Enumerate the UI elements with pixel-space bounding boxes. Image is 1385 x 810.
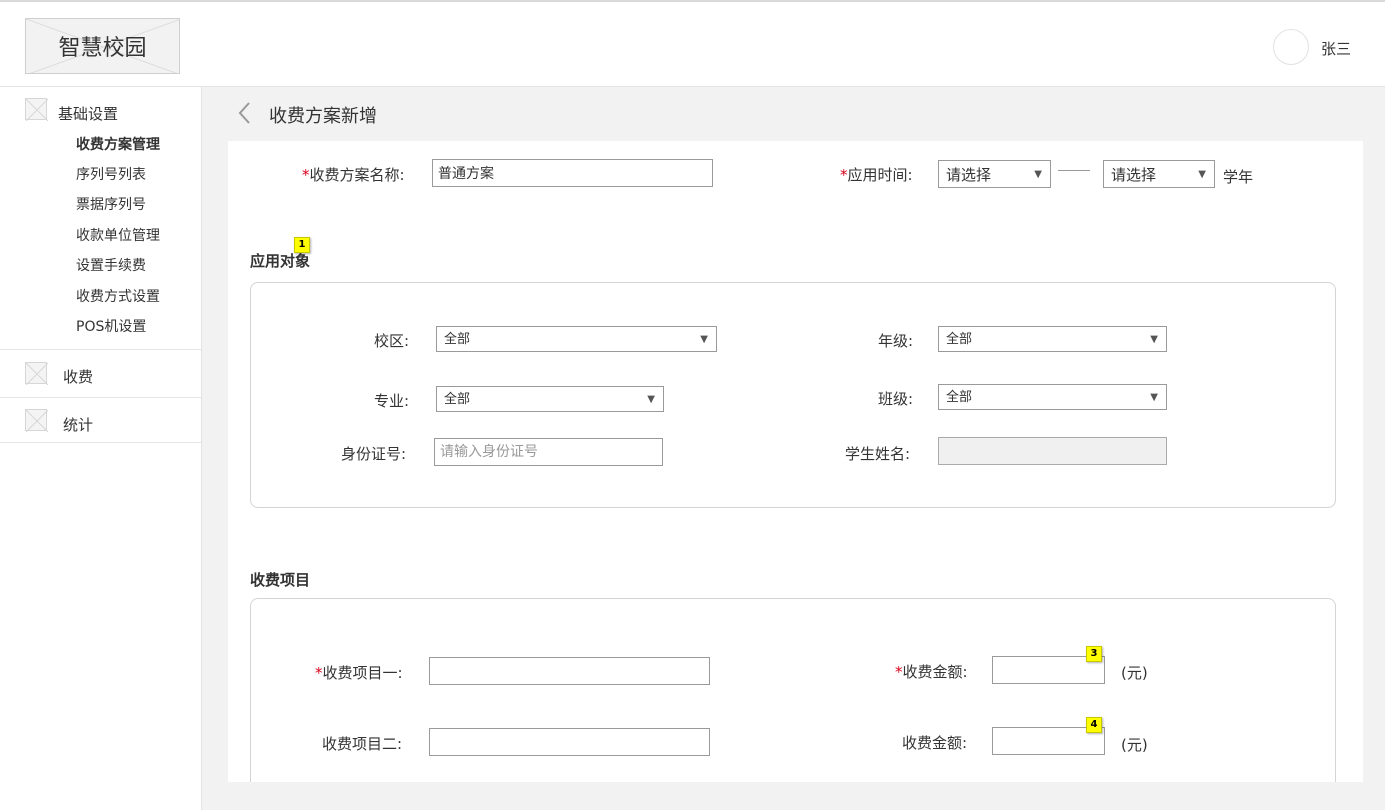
apply-time-start-select[interactable]: 请选择 ▼ (938, 160, 1051, 188)
back-arrow-icon[interactable] (236, 101, 254, 125)
section-title-fee-items: 收费项目 (250, 571, 311, 589)
logo[interactable]: 智慧校园 (25, 18, 180, 74)
student-name-label: 学生姓名: (845, 445, 911, 463)
class-select[interactable]: 全部 ▼ (938, 384, 1167, 410)
page-title: 收费方案新增 (269, 106, 377, 127)
fee-item1-label: *收费项目一: (315, 664, 403, 682)
divider (0, 442, 201, 443)
id-number-label: 身份证号: (341, 445, 407, 463)
grade-label: 年级: (878, 332, 914, 350)
sidebar-item-payment-methods[interactable]: 收费方式设置 (76, 286, 160, 306)
section-title-target: 应用对象 (250, 252, 311, 270)
target-panel (250, 282, 1336, 508)
plan-name-label: *收费方案名称: (302, 166, 405, 184)
range-separator (1058, 170, 1090, 171)
student-name-field (938, 437, 1167, 465)
form-card: *收费方案名称: *应用时间: 请选择▼ 请选择▼ 学年 应用对象 1 校区: … (228, 141, 1363, 782)
nav-group-label: 统计 (63, 416, 94, 434)
sidebar-item-receipt-serial[interactable]: 票据序列号 (76, 194, 146, 214)
annotation-badge: 3 (1086, 646, 1102, 662)
sidebar-item-serial-list[interactable]: 序列号列表 (76, 164, 146, 184)
campus-select[interactable]: 全部 ▼ (436, 326, 717, 352)
fee-items-panel (250, 598, 1336, 782)
sidebar-item-payee-management[interactable]: 收款单位管理 (76, 225, 160, 245)
annotation-badge: 4 (1086, 717, 1102, 733)
major-label: 专业: (374, 392, 410, 410)
plan-name-input[interactable] (432, 159, 713, 187)
fee-item2-input[interactable] (429, 728, 710, 756)
currency-unit: (元) (1121, 664, 1148, 682)
fee-amount2-label: 收费金额: (902, 734, 968, 752)
apply-time-label: *应用时间: (840, 166, 913, 184)
sidebar-item-handling-fee[interactable]: 设置手续费 (76, 255, 146, 275)
apply-time-end-select[interactable]: 请选择 ▼ (1103, 160, 1215, 188)
annotation-badge: 1 (294, 237, 310, 253)
nav-group-fee[interactable]: 收费 (0, 350, 201, 397)
id-number-input[interactable] (434, 438, 663, 466)
nav-group-label: 基础设置 (58, 105, 119, 123)
sidebar-item-pos-settings[interactable]: POS机设置 (76, 316, 146, 336)
currency-unit: (元) (1121, 736, 1148, 754)
fee-item2-label: 收费项目二: (322, 735, 403, 753)
apply-time-suffix: 学年 (1223, 168, 1254, 186)
nav-group-basic-settings[interactable]: 基础设置 (0, 87, 201, 349)
username[interactable]: 张三 (1321, 38, 1351, 59)
nav-group-statistics[interactable]: 统计 (0, 398, 201, 442)
placeholder-image-icon (25, 362, 48, 385)
nav-group-label: 收费 (63, 368, 94, 386)
grade-select[interactable]: 全部 ▼ (938, 326, 1167, 352)
sidebar: 基础设置 收费方案管理 序列号列表 票据序列号 收款单位管理 设置手续费 收费方… (0, 87, 202, 810)
fee-amount1-label: *收费金额: (895, 663, 968, 681)
major-select[interactable]: 全部 ▼ (436, 386, 664, 412)
placeholder-image-icon (25, 98, 48, 121)
logo-text: 智慧校园 (58, 36, 147, 61)
top-bar: 智慧校园 张三 (0, 0, 1385, 87)
placeholder-image-icon (25, 409, 48, 432)
class-label: 班级: (878, 390, 914, 408)
fee-item1-input[interactable] (429, 657, 710, 685)
avatar[interactable] (1273, 29, 1309, 65)
campus-label: 校区: (374, 332, 410, 350)
sidebar-item-fee-plan-management[interactable]: 收费方案管理 (76, 134, 160, 154)
